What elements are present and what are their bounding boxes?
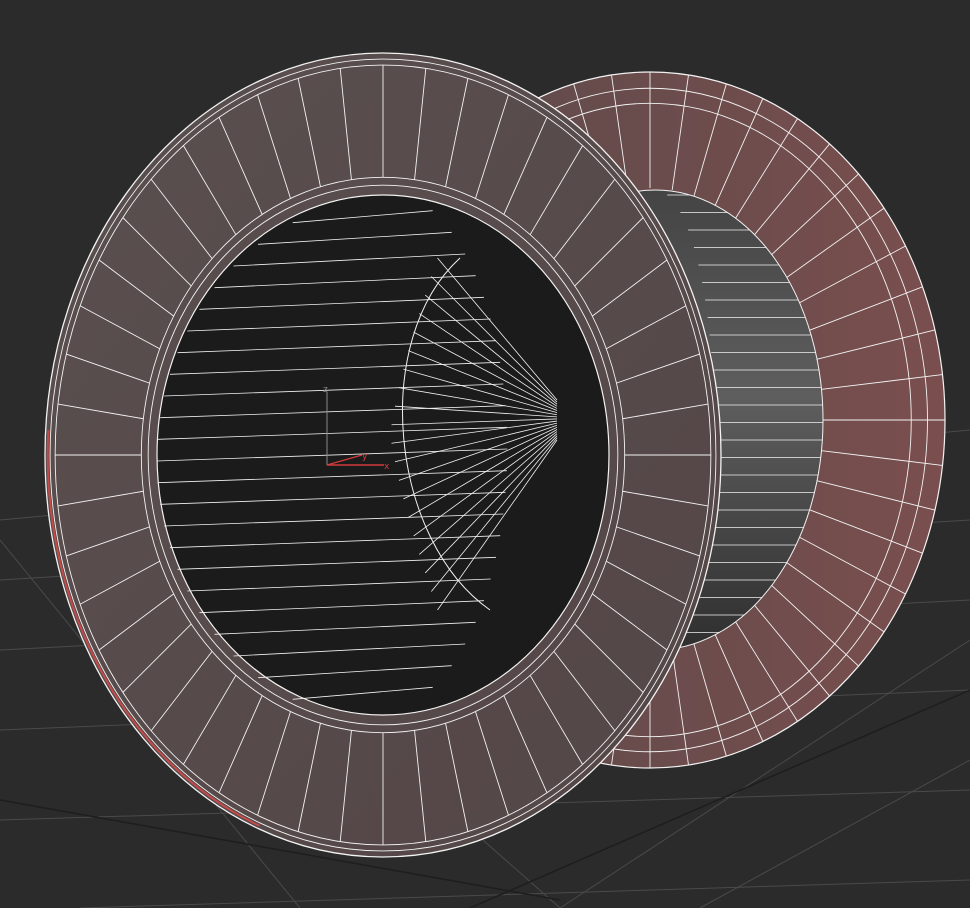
inner-bore-face[interactable] [156, 194, 610, 716]
gizmo-y-label: y [362, 452, 368, 462]
grid-line [699, 759, 970, 908]
inner-bore-mesh[interactable] [156, 194, 610, 716]
gizmo-x-label: x [384, 462, 390, 472]
viewport-scene[interactable]: x y z [0, 0, 970, 908]
3d-viewport[interactable]: x y z [0, 0, 970, 908]
gizmo-z-label: z [323, 385, 328, 395]
